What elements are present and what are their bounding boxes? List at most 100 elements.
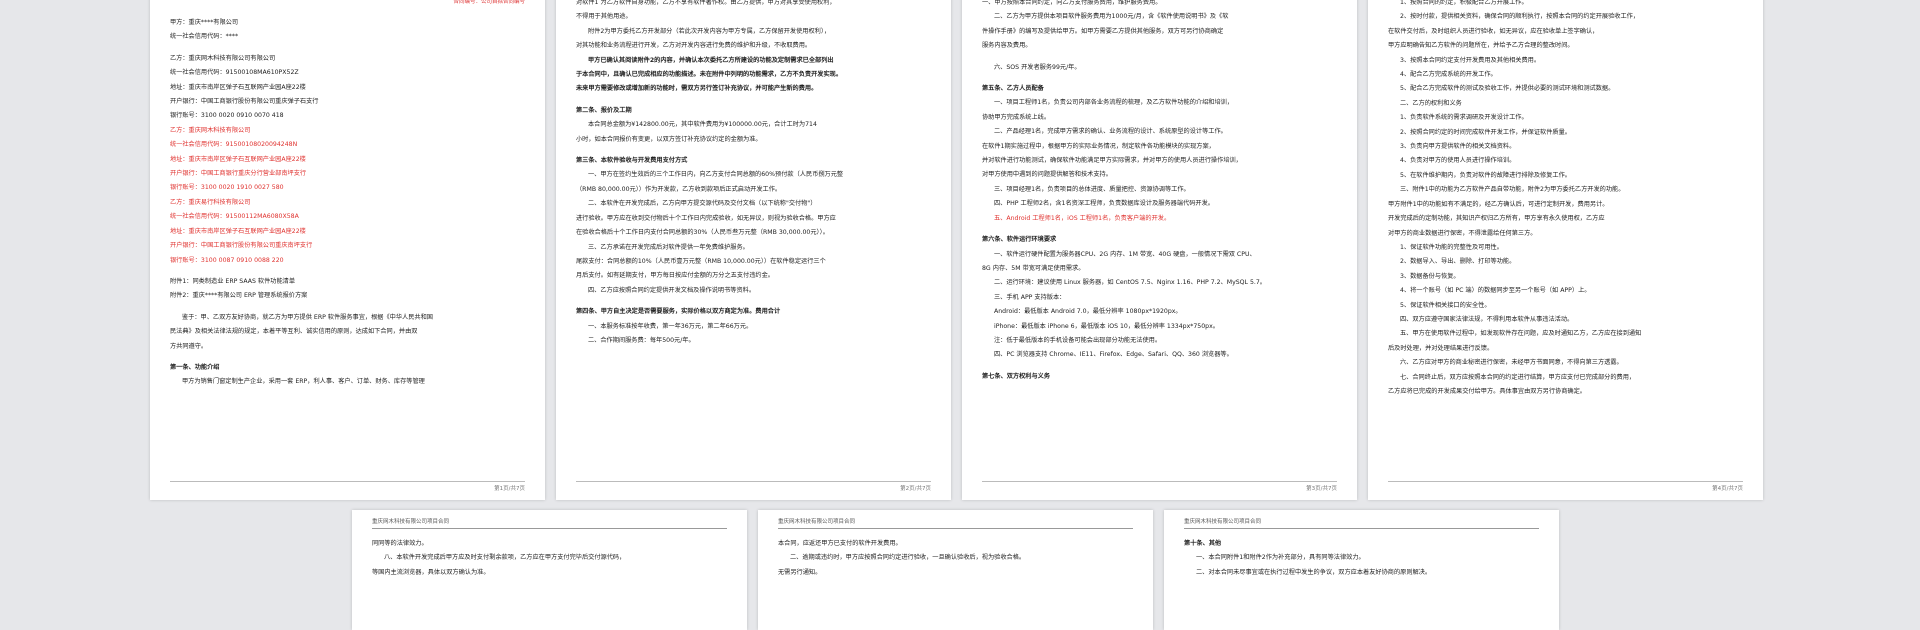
page-body: 对软件1 为乙方软件自身功能，乙方不享有软件著作权。由乙方提供，甲方对其享受使用… [576,0,931,348]
text-line: 六、SOS 开发者服务99元/年。 [994,63,1081,71]
text-line: 4、将一个账号（如 PC 端）的数据同步至另一个账号（如 APP）上。 [1400,287,1591,295]
text-line: 在验收合格后十个工作日内支付合同总额的30%（人民币叁万元整（RMB 30,00… [576,229,829,237]
text-line: 方共同遵守。 [170,342,208,350]
text-line: 银行账号：3100 0087 0910 0088 220 [170,256,284,264]
document-page-4: 1、按照合同的约定，积极配合乙方开展工作。 2、按时付款，提供相关资料，确保合同的… [1368,0,1763,500]
text-line: 5、在软件维护期内，负责对软件的故障进行排除及修复工作。 [1400,171,1571,179]
text-line: 本合同，应返还甲方已支付的软件开发费用。 [778,540,902,547]
section-heading: 第十条、其他 [1184,540,1222,547]
text-line: 在软件1期实施过程中，根据甲方的实际业务情况，制定软件各功能模块的实现方案， [982,142,1215,150]
text-line: 对其功能和业务流程进行开发，乙方对开发内容进行免费的维护和升级，不收取费用。 [576,42,812,50]
page-body: 本合同，应返还甲方已支付的软件开发费用。 二、逾期或违约时，甲方应按照合同约定进行… [778,537,1133,580]
page-header: 重庆网木科技有限公司项目合同 [1184,516,1539,529]
text-line: （RMB 80,000.00元））作为开发款，乙方收到款项后正式启动开发工作。 [576,185,782,193]
text-line: 附件2：重庆****有限公司 ERP 管理系统报价方案 [170,292,308,300]
text-line: 无需另行通知。 [778,568,822,576]
text-line: 3、按照本合同约定支付开发费用及其他相关费用。 [1400,56,1541,64]
document-page-1: 合同编号：公司自拟合同编号 甲方：重庆****有限公司 统一社会信用代码：****… [150,0,545,500]
section-heading: 第四条、甲方自主决定是否需要服务，实际价格以双方商定为准。费用合计 [576,308,781,316]
text-line: 一、甲方在签约生效后的三个工作日内，向乙方支付合同总额的60%预付款（人民币捌万… [588,171,844,179]
text-line: 地址：重庆市南岸区弹子石互联网产业园A座22楼 [170,227,306,235]
text-line: 在软件交付后，及时组织人员进行验收，如无异议，应在验收单上签字确认， [1388,27,1599,35]
section-heading: 第三条、本软件验收与开发费用支付方式 [576,157,688,165]
text-line: 三、附件1中的功能为乙方软件产品自带功能，附件2为甲方委托乙方开发的功能。 [1400,186,1625,194]
text-line: 注：低于最低版本的手机设备可能会出现部分功能无法使用。 [994,336,1162,344]
text-line: 后及时处理，并对处理结果进行反馈。 [1388,344,1494,352]
text-line: 月后支付。如有延期支付，甲方每日按应付金额的万分之五支付违约金。 [576,272,774,280]
text-line: 4、负责对甲方的使用人员进行操作培训。 [1400,157,1516,165]
text-line: 尾款支付：合同总额的10%（人民币壹万元整（RMB 10,000.00元））在软… [576,257,826,265]
text-line: 协助甲方完成系统上线。 [982,113,1051,121]
section-heading: 甲方已确认其阅读附件2的内容，并确认本次委托乙方所建设的功能及定制需求已全部列出 [588,56,834,64]
page-body: 第十条、其他 一、本合同附件1和附件2作为补充部分，具有同等法律效力。 二、对本合同… [1184,537,1539,580]
contract-number: 合同编号：公司自拟合同编号 [453,0,525,5]
text-line: 五、Android 工程师1名，iOS 工程师1名，负责客户端的开发。 [994,214,1171,222]
text-line: 进行验收。甲方应在收到交付物后十个工作日内完成验收，如无异议，则视为验收合格。甲… [576,214,836,222]
text-line: 1、负责软件系统的需求调研及开发设计工作。 [1400,114,1528,122]
text-line: 乙方：重庆易行科技有限公司 [170,198,251,206]
text-line: 二、合作期间服务费：每年500元/年。 [588,336,695,344]
text-line: 本合同总金额为¥142800.00元，其中软件费用为¥100000.00元，合计… [588,121,817,129]
text-line: 2、数据导入、导出、删除、打印等功能。 [1400,258,1516,266]
text-line: 三、项目经理1名，负责项目的总体进度、质量把控、资源协调等工作。 [994,185,1190,193]
text-line: 八、本软件开发完成后甲方应及时支付剩余款项，乙方应在甲方支付完毕后交付源代码， [384,554,626,562]
section-heading: 第一条、功能介绍 [170,363,220,371]
text-line: 统一社会信用代码：**** [170,33,239,41]
text-line: 一、项目工程师1名，负责公司内部各业务流程的梳理，及乙方软件功能的介绍和培训， [994,99,1234,107]
text-line: 统一社会信用代码：91500108MA610PX52Z [170,69,299,77]
text-line: 开发完成后的定制功能，其知识产权归乙方所有，甲方享有永久使用权，乙方应 [1388,215,1605,223]
text-line: 二、本软件在开发完成后，乙方向甲方提交源代码及交付文档（以下统称"交付物"） [588,200,817,208]
text-line: 4、配合乙方完成系统的开发工作。 [1400,71,1497,79]
text-line: 统一社会信用代码：91500108020094248N [170,141,298,149]
section-heading: 未来甲方需要修改或增加新的功能时，需双方另行签订补充协议，并可能产生新的费用。 [576,85,818,93]
text-line: 5、配合乙方完成软件的测试及验收工作，并提供必要的测试环境和测试数据。 [1400,85,1615,93]
text-line: 一、软件运行硬件配置为服务器CPU、2G 内存、1M 带宽、40G 硬盘，一般情… [994,250,1256,258]
text-line: 服务内容及费用。 [982,42,1032,50]
text-line: 二、乙方为甲方提供本项目软件服务费用为1000元/月，含《软件使用说明书》及《软 [994,13,1229,21]
text-line: 六、乙方应对甲方的商业秘密进行保密，未经甲方书面同意，不得向第三方透露。 [1400,359,1623,367]
text-line: 地址：重庆市南岸区弹子石互联网产业园A座22楼 [170,155,306,163]
section-heading: 第六条、软件运行环境要求 [982,236,1057,244]
text-line: 2、按照合同约定的时间完成软件开发工作，并保证软件质量。 [1400,128,1571,136]
text-line: 1、按照合同的约定，积极配合乙方开展工作。 [1400,0,1528,6]
page-body: 一、甲方按照本合同约定，向乙方支付服务费用，维护服务费用。 二、乙方为甲方提供本项… [982,0,1337,384]
document-page-2: 对软件1 为乙方软件自身功能，乙方不享有软件著作权。由乙方提供，甲方对其享受使用… [556,0,951,500]
page-header: 重庆网木科技有限公司项目合同 [778,516,1133,529]
page-header: 重庆网木科技有限公司项目合同 [372,516,727,529]
page-body: 1、按照合同的约定，积极配合乙方开展工作。 2、按时付款，提供相关资料，确保合同的… [1388,0,1743,399]
text-line: 三、手机 APP 支持版本： [994,293,1066,301]
text-line: 附件1：同类制造业 ERP SAAS 软件功能清单 [170,277,296,285]
text-line: 开户银行：中国工商银行股份有限公司重庆弹子石支行 [170,98,319,106]
text-line: 乙方应将已完成的开发成果交付给甲方。具体事宜由双方另行协商确定。 [1388,387,1586,395]
page-body: 同同等的法律效力。八、本软件开发完成后甲方应及时支付剩余款项，乙方应在甲方支付完… [372,537,727,580]
page-header: 合同编号：公司自拟合同编号 [170,0,525,8]
section-heading: 第七条、双方权利与义务 [982,372,1051,380]
page-body: 甲方：重庆****有限公司 统一社会信用代码：**** 乙方：重庆网木科技有限公司有… [170,16,525,390]
text-line: 3、数据备份与恢复。 [1400,272,1460,280]
text-line: 地址：重庆市南岸区弹子石互联网产业园A座22楼 [170,83,306,91]
text-line: 同同等的法律效力。 [372,540,428,547]
text-line: 2、按时付款，提供相关资料，确保合同的顺利执行，按照本合同的约定开展验收工作， [1400,13,1640,21]
section-heading: 第五条、乙方人员配备 [982,85,1044,93]
section-heading: 第二条、报价及工期 [576,106,632,114]
text-line: 对甲方的商业数据进行保密，不得泄露给任何第三方。 [1388,229,1537,237]
text-line: 5、保证软件相关接口的安全性。 [1400,301,1491,309]
text-line: Android：最低版本 Android 7.0，最低分辨率 1080px*19… [994,308,1182,316]
text-line: 一、本合同附件1和附件2作为补充部分，具有同等法律效力。 [1196,554,1365,562]
section-heading: 于本合同中，且确认已完成相应的功能描述。未在附件中列明的功能需求，乙方不负责开发… [576,71,843,79]
text-line: 开户银行：中国工商银行重庆分行营业部南坪支行 [170,170,307,178]
text-line: 甲方应明确告知乙方软件的问题所在，并给予乙方合理的整改时间。 [1388,42,1574,50]
text-line: 甲方为销售门窗定制生产企业，采用一套 ERP，利人事、客户、订单、财务、库存等管… [182,378,425,386]
text-line: 甲方附件1中的功能如有不满足的，经乙方确认后，可进行定制开发，费用另计。 [1388,200,1609,208]
text-line: 件操作手册》的编写及提供给甲方。如甲方需要乙方提供其他服务，双方可另行协商确定 [982,27,1224,35]
text-line: 五、甲方在使用软件过程中，如发现软件存在问题，应及时通知乙方，乙方应在接到通知 [1400,330,1642,338]
